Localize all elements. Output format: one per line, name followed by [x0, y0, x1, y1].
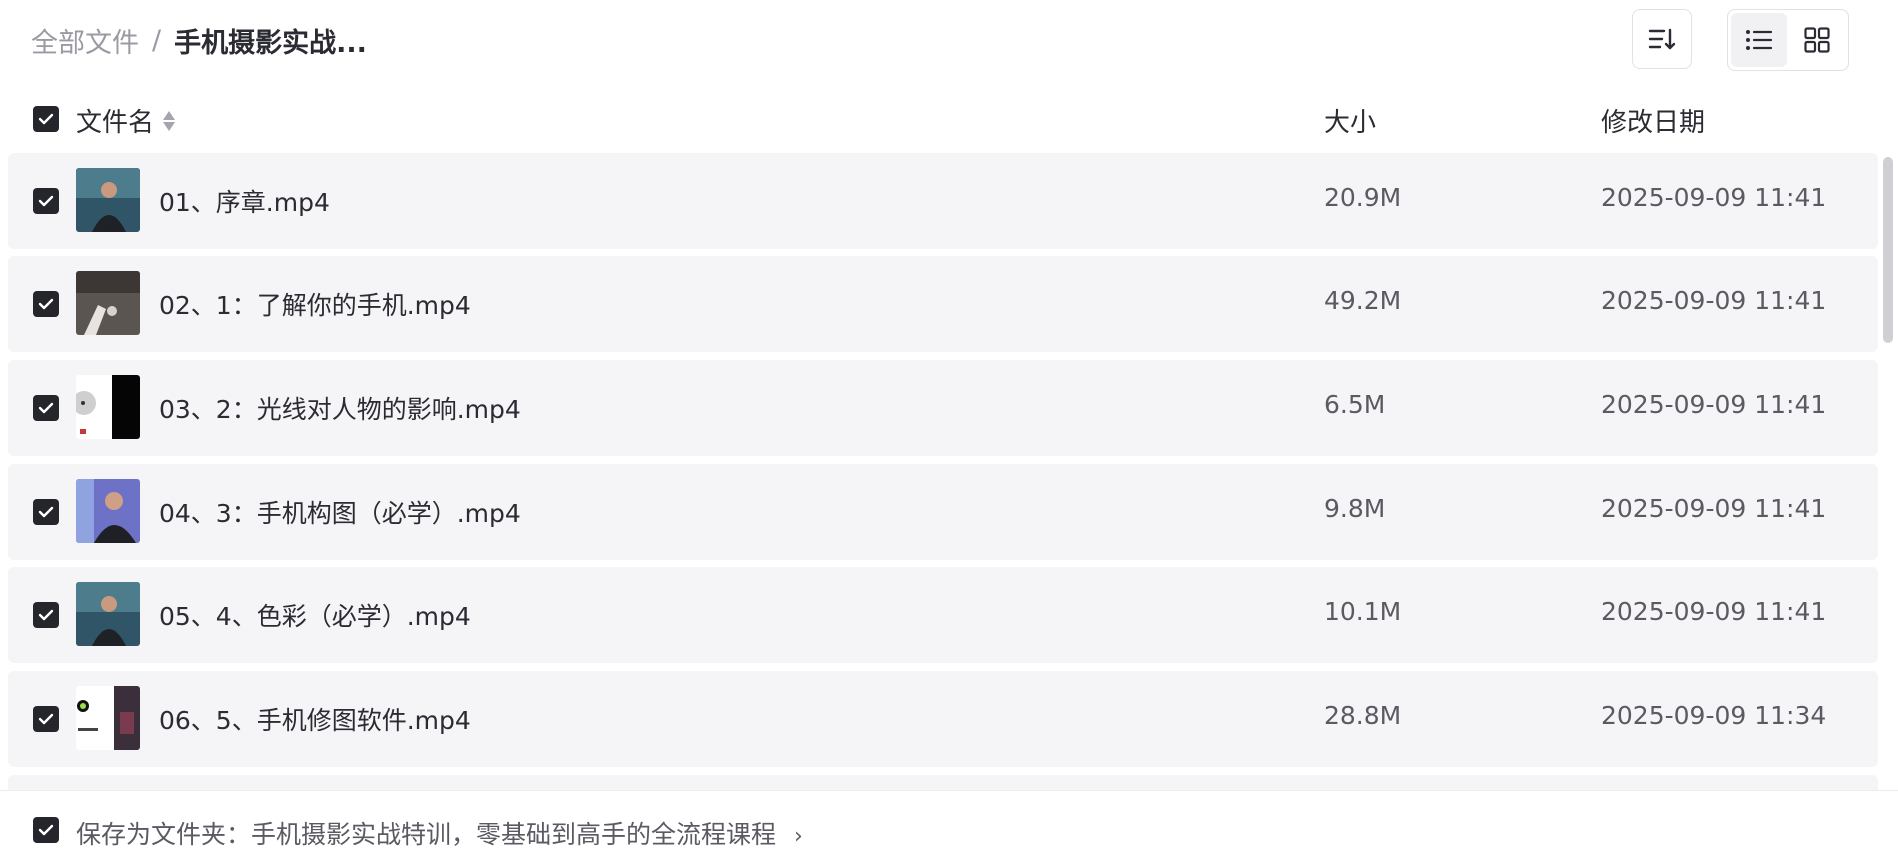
save-as-folder-text: 保存为文件夹：手机摄影实战特训，零基础到高手的全流程课程	[76, 820, 777, 849]
video-thumbnail	[76, 479, 140, 543]
chevron-right-icon: ›	[793, 824, 803, 849]
table-row[interactable]: 03、2：光线对人物的影响.mp4 6.5M 2025-09-09 11:41	[8, 360, 1878, 456]
sort-button[interactable]	[1632, 9, 1692, 69]
size-column-header[interactable]: 大小	[1324, 102, 1376, 139]
check-icon	[38, 506, 54, 518]
check-icon	[38, 713, 54, 725]
file-name[interactable]: 01、序章.mp4	[159, 183, 330, 219]
list-view-icon	[1746, 30, 1773, 50]
file-date: 2025-09-09 11:41	[1601, 183, 1827, 212]
select-all-checkbox[interactable]	[33, 106, 59, 132]
file-date: 2025-09-09 11:41	[1601, 286, 1827, 315]
table-row[interactable]: 05、4、色彩（必学）.mp4 10.1M 2025-09-09 11:41	[8, 567, 1878, 663]
breadcrumb-root-link[interactable]: 全部文件	[31, 21, 139, 60]
view-toggle	[1727, 9, 1849, 71]
name-column-header[interactable]: 文件名	[76, 102, 176, 139]
row-checkbox[interactable]	[33, 706, 59, 732]
row-checkbox[interactable]	[33, 395, 59, 421]
file-date: 2025-09-09 11:41	[1601, 494, 1827, 523]
file-list: 01、序章.mp4 20.9M 2025-09-09 11:41 02、1：了解…	[8, 153, 1878, 793]
row-checkbox[interactable]	[33, 291, 59, 317]
table-row[interactable]: 01、序章.mp4 20.9M 2025-09-09 11:41	[8, 153, 1878, 249]
file-name[interactable]: 02、1：了解你的手机.mp4	[159, 286, 471, 322]
check-icon	[38, 609, 54, 621]
scrollbar-thumb[interactable]	[1883, 157, 1893, 343]
file-date: 2025-09-09 11:34	[1601, 701, 1827, 730]
file-size: 9.8M	[1324, 494, 1386, 523]
check-icon	[38, 113, 54, 125]
file-name[interactable]: 03、2：光线对人物的影响.mp4	[159, 390, 521, 426]
video-thumbnail	[76, 582, 140, 646]
breadcrumb: 全部文件 / 手机摄影实战...	[31, 20, 367, 60]
table-row[interactable]: 06、5、手机修图软件.mp4 28.8M 2025-09-09 11:34	[8, 671, 1878, 767]
file-name[interactable]: 05、4、色彩（必学）.mp4	[159, 597, 471, 633]
date-column-header[interactable]: 修改日期	[1601, 102, 1705, 139]
file-size: 28.8M	[1324, 701, 1402, 730]
table-row[interactable]: 02、1：了解你的手机.mp4 49.2M 2025-09-09 11:41	[8, 256, 1878, 352]
check-icon	[38, 824, 54, 836]
save-as-folder-label[interactable]: 保存为文件夹：手机摄影实战特训，零基础到高手的全流程课程 ›	[76, 815, 803, 851]
check-icon	[38, 195, 54, 207]
row-checkbox[interactable]	[33, 602, 59, 628]
sort-caret-icon	[163, 110, 176, 131]
file-size: 6.5M	[1324, 390, 1386, 419]
file-date: 2025-09-09 11:41	[1601, 390, 1827, 419]
save-folder-bar: 保存为文件夹：手机摄影实战特训，零基础到高手的全流程课程 ›	[0, 790, 1898, 849]
check-icon	[38, 298, 54, 310]
file-size: 20.9M	[1324, 183, 1402, 212]
table-header: 文件名 大小 修改日期	[0, 96, 1898, 142]
grid-view-icon	[1804, 27, 1830, 53]
video-thumbnail	[76, 168, 140, 232]
file-size: 10.1M	[1324, 597, 1402, 626]
row-checkbox[interactable]	[33, 188, 59, 214]
file-name[interactable]: 04、3：手机构图（必学）.mp4	[159, 494, 521, 530]
row-checkbox[interactable]	[33, 499, 59, 525]
check-icon	[38, 402, 54, 414]
video-thumbnail	[76, 686, 140, 750]
name-column-label: 文件名	[76, 108, 155, 138]
video-thumbnail	[76, 375, 140, 439]
file-date: 2025-09-09 11:41	[1601, 597, 1827, 626]
table-row[interactable]: 04、3：手机构图（必学）.mp4 9.8M 2025-09-09 11:41	[8, 464, 1878, 560]
file-name[interactable]: 06、5、手机修图软件.mp4	[159, 701, 471, 737]
grid-view-button[interactable]	[1789, 13, 1845, 67]
list-view-button[interactable]	[1731, 13, 1787, 67]
video-thumbnail	[76, 271, 140, 335]
breadcrumb-current: 手机摄影实战...	[174, 27, 367, 59]
sort-icon	[1648, 28, 1676, 50]
save-as-folder-checkbox[interactable]	[33, 817, 59, 843]
file-size: 49.2M	[1324, 286, 1402, 315]
breadcrumb-separator: /	[152, 24, 162, 56]
